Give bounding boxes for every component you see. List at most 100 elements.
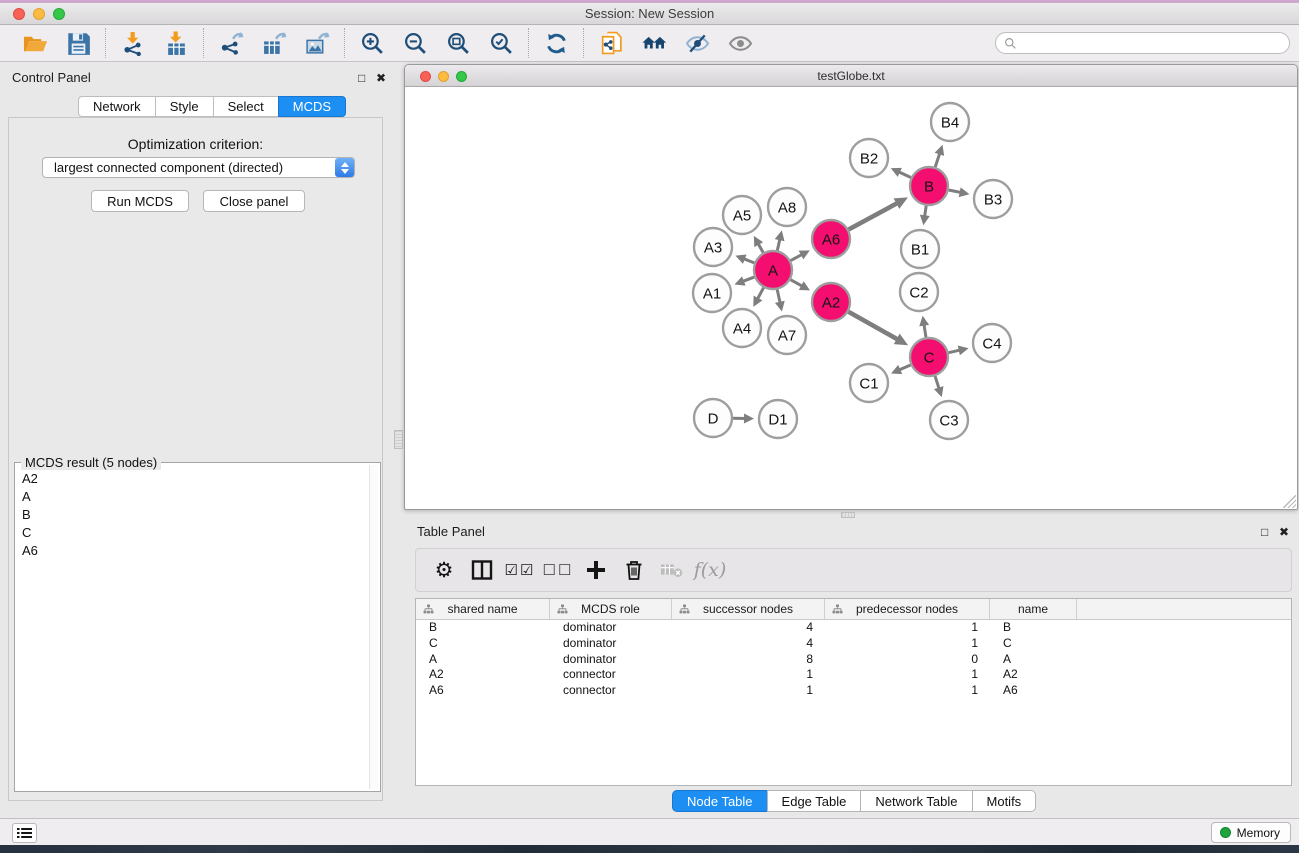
- table-settings-icon[interactable]: ⚙: [425, 553, 463, 587]
- graph-node-A6[interactable]: A6: [812, 220, 850, 258]
- panel-divider-grip-vertical[interactable]: [394, 430, 403, 449]
- graph-edge-B-B1[interactable]: [920, 206, 930, 225]
- table-cell[interactable]: A: [416, 652, 550, 668]
- graph-edge-B-B4[interactable]: [935, 145, 945, 167]
- control-panel-float-icon[interactable]: □: [358, 71, 365, 85]
- table-cell[interactable]: 4: [672, 636, 825, 652]
- neighborhood-icon[interactable]: [640, 29, 668, 57]
- panel-divider-grip-horizontal[interactable]: [841, 512, 855, 518]
- graph-node-C1[interactable]: C1: [850, 364, 888, 402]
- task-history-button[interactable]: [12, 823, 37, 843]
- graph-node-B3[interactable]: B3: [974, 180, 1012, 218]
- mcds-result-item[interactable]: A6: [17, 542, 368, 560]
- graph-edge-A-A6[interactable]: [791, 250, 810, 260]
- table-cell[interactable]: 1: [825, 620, 990, 636]
- table-cell[interactable]: dominator: [550, 636, 672, 652]
- table-cell[interactable]: A2: [990, 667, 1077, 683]
- table-row[interactable]: Adominator80A: [416, 652, 1291, 668]
- graph-edge-B-B2[interactable]: [891, 168, 911, 178]
- graph-node-C3[interactable]: C3: [930, 401, 968, 439]
- tab-network[interactable]: Network: [78, 96, 156, 117]
- search-box[interactable]: [995, 32, 1290, 54]
- column-header-mcds-role[interactable]: MCDS role: [550, 599, 672, 619]
- tab-edge-table[interactable]: Edge Table: [767, 790, 862, 812]
- table-cell[interactable]: connector: [550, 683, 672, 699]
- export-table-icon[interactable]: [260, 29, 288, 57]
- graph-edge-C-C3[interactable]: [934, 376, 944, 397]
- control-panel-close-icon[interactable]: ✖: [376, 71, 386, 85]
- table-cell[interactable]: dominator: [550, 652, 672, 668]
- table-cell[interactable]: B: [990, 620, 1077, 636]
- graph-edge-A-A5[interactable]: [754, 236, 763, 253]
- graph-edge-A-A1[interactable]: [734, 276, 754, 285]
- table-row[interactable]: Cdominator41C: [416, 636, 1291, 652]
- network-graph-canvas[interactable]: B4B2BB3A5A8A6B1A3AC2A1A2A4A7C4CC1C3DD1: [406, 88, 1296, 508]
- table-cell[interactable]: 1: [672, 683, 825, 699]
- clone-network-icon[interactable]: [597, 29, 625, 57]
- mcds-result-item[interactable]: A2: [17, 469, 368, 487]
- graph-edge-A-A4[interactable]: [753, 288, 763, 307]
- graph-edge-A-A3[interactable]: [735, 255, 754, 264]
- graph-node-A[interactable]: A: [754, 251, 792, 289]
- zoom-selected-icon[interactable]: [487, 29, 515, 57]
- graph-edge-C-C2[interactable]: [919, 316, 929, 338]
- table-cell[interactable]: A2: [416, 667, 550, 683]
- graph-edge-B-B3[interactable]: [949, 187, 970, 197]
- graph-node-B[interactable]: B: [910, 167, 948, 205]
- zoom-fit-icon[interactable]: [444, 29, 472, 57]
- table-cell[interactable]: 0: [825, 652, 990, 668]
- export-image-icon[interactable]: [303, 29, 331, 57]
- graph-node-C[interactable]: C: [910, 338, 948, 376]
- graph-node-C2[interactable]: C2: [900, 273, 938, 311]
- graph-edge-C-C4[interactable]: [949, 345, 969, 355]
- add-column-icon[interactable]: [577, 553, 615, 587]
- graph-node-D[interactable]: D: [694, 399, 732, 437]
- graph-node-D1[interactable]: D1: [759, 400, 797, 438]
- search-input[interactable]: [1022, 36, 1281, 50]
- graph-edge-A2-C[interactable]: [848, 312, 908, 345]
- table-cell[interactable]: 1: [825, 636, 990, 652]
- table-panel-close-icon[interactable]: ✖: [1279, 525, 1289, 539]
- graph-node-A8[interactable]: A8: [768, 188, 806, 226]
- table-cell[interactable]: C: [990, 636, 1077, 652]
- run-mcds-button[interactable]: Run MCDS: [91, 190, 189, 212]
- tab-style[interactable]: Style: [155, 96, 214, 117]
- close-panel-button[interactable]: Close panel: [203, 190, 305, 212]
- optimization-criterion-select[interactable]: largest connected component (directed): [42, 157, 355, 178]
- graph-node-B1[interactable]: B1: [901, 230, 939, 268]
- table-row[interactable]: Bdominator41B: [416, 620, 1291, 636]
- tab-network-table[interactable]: Network Table: [860, 790, 972, 812]
- table-cell[interactable]: A6: [990, 683, 1077, 699]
- graph-edge-D-D1[interactable]: [733, 413, 754, 423]
- graph-node-A5[interactable]: A5: [723, 196, 761, 234]
- graph-node-A4[interactable]: A4: [723, 309, 761, 347]
- graph-edge-A-A7[interactable]: [775, 290, 785, 312]
- zoom-in-icon[interactable]: [358, 29, 386, 57]
- column-header-shared-name[interactable]: shared name: [416, 599, 550, 619]
- mcds-result-item[interactable]: B: [17, 505, 368, 523]
- column-header-successor-nodes[interactable]: successor nodes: [672, 599, 825, 619]
- table-cell[interactable]: A6: [416, 683, 550, 699]
- zoom-out-icon[interactable]: [401, 29, 429, 57]
- show-graphics-details-icon[interactable]: [726, 29, 754, 57]
- table-panel-float-icon[interactable]: □: [1261, 525, 1268, 539]
- table-cell[interactable]: 1: [825, 683, 990, 699]
- open-session-icon[interactable]: [21, 29, 49, 57]
- table-cell[interactable]: C: [416, 636, 550, 652]
- export-network-icon[interactable]: [217, 29, 245, 57]
- table-cell[interactable]: 4: [672, 620, 825, 636]
- hide-graphics-details-icon[interactable]: [683, 29, 711, 57]
- split-panel-icon[interactable]: [463, 553, 501, 587]
- table-cell[interactable]: A: [990, 652, 1077, 668]
- graph-node-A1[interactable]: A1: [693, 274, 731, 312]
- column-header-name[interactable]: name: [990, 599, 1077, 619]
- column-header-predecessor-nodes[interactable]: predecessor nodes: [825, 599, 990, 619]
- tab-mcds[interactable]: MCDS: [278, 96, 346, 117]
- graph-edge-A-A8[interactable]: [775, 230, 785, 250]
- import-network-icon[interactable]: [119, 29, 147, 57]
- table-cell[interactable]: 1: [825, 667, 990, 683]
- graph-edge-A6-B[interactable]: [849, 197, 908, 229]
- graph-edge-A-A2[interactable]: [791, 280, 810, 291]
- table-cell[interactable]: B: [416, 620, 550, 636]
- graph-node-B2[interactable]: B2: [850, 139, 888, 177]
